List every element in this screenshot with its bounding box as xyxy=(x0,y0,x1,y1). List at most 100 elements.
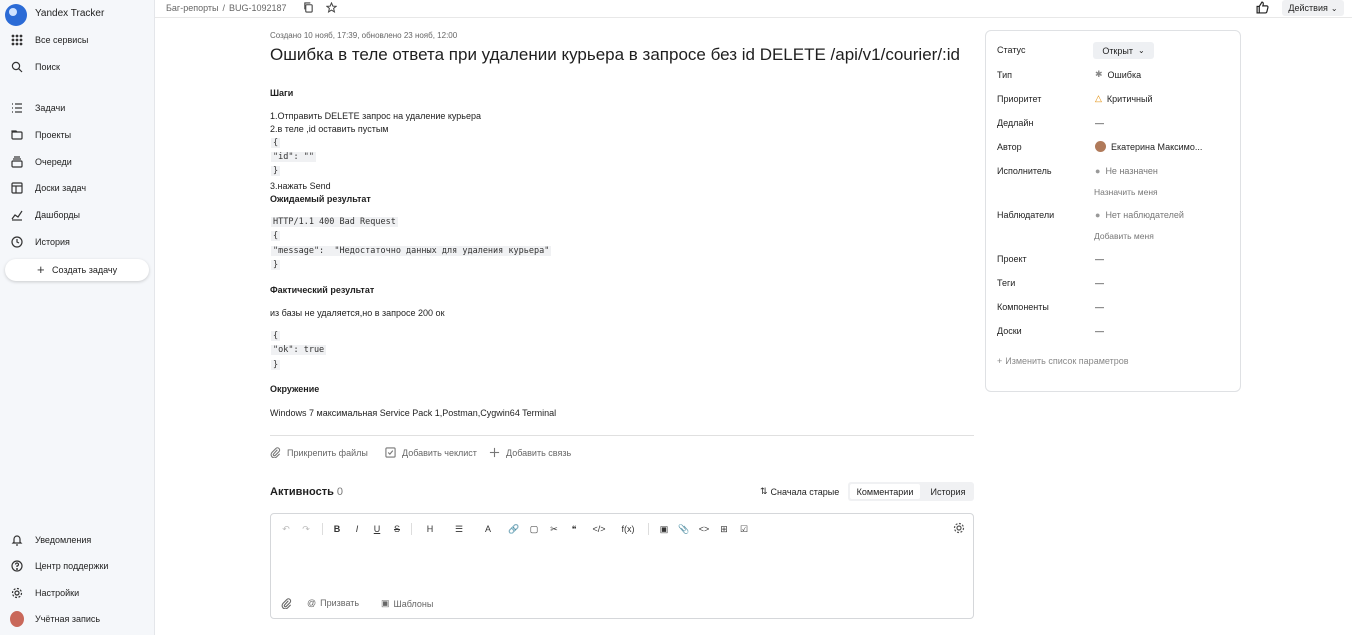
actual-text: из базы не удаляется,но в запросе 200 ок xyxy=(270,308,445,318)
type-value[interactable]: ✱ Ошибка xyxy=(1095,69,1141,80)
paperclip-icon[interactable] xyxy=(281,598,292,609)
code-block-button[interactable]: <> xyxy=(698,522,710,536)
sidebar: Yandex Tracker Все сервисы Поиск Задачи … xyxy=(0,0,155,635)
sidebar-item-dashboards[interactable]: Дашборды xyxy=(0,205,155,225)
assignee-value[interactable]: ● Не назначен xyxy=(1095,166,1158,176)
text-color-button[interactable]: A xyxy=(479,522,497,536)
yandex-tracker-logo[interactable] xyxy=(5,4,27,26)
boards-icon xyxy=(10,181,24,195)
copy-icon[interactable] xyxy=(303,2,314,13)
templates-button[interactable]: ▣ Шаблоны xyxy=(381,598,433,609)
sidebar-item-settings[interactable]: Настройки xyxy=(0,583,155,603)
sidebar-item-label: Учётная запись xyxy=(35,614,101,624)
add-link-button[interactable]: Добавить связь xyxy=(489,447,571,458)
boards-value[interactable]: — xyxy=(1095,326,1104,336)
breadcrumb-queue[interactable]: Баг-репорты xyxy=(166,3,218,13)
followers-value[interactable]: ● Нет наблюдателей xyxy=(1095,210,1184,220)
sort-order-button[interactable]: ⇅ Сначала старые xyxy=(760,486,839,497)
strikethrough-button[interactable]: S xyxy=(392,522,402,536)
issue-meta: Создано 10 нояб, 17:39, обновлено 23 ноя… xyxy=(270,31,458,40)
components-value[interactable]: — xyxy=(1095,302,1104,312)
sidebar-item-queues[interactable]: Очереди xyxy=(0,152,155,172)
sidebar-item-label: Доски задач xyxy=(35,183,87,193)
author-value[interactable]: Екатерина Максимо... xyxy=(1095,141,1202,152)
gear-icon[interactable] xyxy=(953,522,965,534)
code-menu-button[interactable]: </> xyxy=(588,522,610,536)
issue-title[interactable]: Ошибка в теле ответа при удалении курьер… xyxy=(270,45,960,65)
help-icon xyxy=(10,559,24,573)
at-icon: @ xyxy=(307,598,317,608)
bold-button[interactable]: B xyxy=(332,522,342,536)
underline-button[interactable]: U xyxy=(372,522,382,536)
formula-menu-button[interactable]: f(x) xyxy=(617,522,639,536)
thumbs-up-icon[interactable] xyxy=(1256,1,1269,14)
change-params-button[interactable]: + Изменить список параметров xyxy=(997,356,1129,366)
redo-button[interactable]: ↷ xyxy=(301,522,311,536)
note-button[interactable]: ▢ xyxy=(528,522,540,536)
assignee-label: Исполнитель xyxy=(997,166,1052,176)
tags-value[interactable]: — xyxy=(1095,278,1104,288)
followers-label: Наблюдатели xyxy=(997,210,1055,220)
assign-me-link[interactable]: Назначить меня xyxy=(1094,187,1158,197)
step-3: 3.нажать Send xyxy=(270,181,331,191)
create-task-button[interactable]: + Создать задачу xyxy=(5,259,149,281)
type-label: Тип xyxy=(997,70,1013,80)
actions-button[interactable]: Действия ⌄ xyxy=(1282,0,1344,16)
topbar: Баг-репорты / BUG-1092187 Действия ⌄ xyxy=(155,0,1352,18)
comment-editor[interactable]: ↶ ↷ B I U S H ☰ A 🔗 ▢ ✂ ❝ </> f(x) ▣ 📎 <… xyxy=(270,513,974,619)
cut-button[interactable]: ✂ xyxy=(548,522,560,536)
summon-button[interactable]: @ Призвать xyxy=(307,598,359,608)
attach-button[interactable]: 📎 xyxy=(678,522,690,536)
templates-label: Шаблоны xyxy=(393,598,434,609)
sort-label: Сначала старые xyxy=(770,486,840,497)
breadcrumb-issue[interactable]: BUG-1092187 xyxy=(229,3,287,13)
list-menu-button[interactable]: ☰ xyxy=(449,522,469,536)
sidebar-item-support[interactable]: Центр поддержки xyxy=(0,556,155,576)
sidebar-item-history[interactable]: История xyxy=(0,232,155,252)
tab-comments[interactable]: Комментарии xyxy=(850,484,920,499)
sidebar-item-label: Центр поддержки xyxy=(35,561,109,571)
tasks-icon xyxy=(10,101,24,115)
status-dropdown[interactable]: Открыт ⌄ xyxy=(1093,42,1154,59)
attach-files-button[interactable]: Прикрепить файлы xyxy=(270,447,368,458)
undo-button[interactable]: ↶ xyxy=(281,522,291,536)
image-button[interactable]: ▣ xyxy=(658,522,670,536)
sidebar-item-projects[interactable]: Проекты xyxy=(0,125,155,145)
search-icon xyxy=(10,60,24,74)
gear-icon xyxy=(10,586,24,600)
add-link-label: Добавить связь xyxy=(506,447,572,458)
sidebar-item-notifications[interactable]: Уведомления xyxy=(0,530,155,550)
sidebar-item-tasks[interactable]: Задачи xyxy=(0,98,155,118)
star-icon[interactable] xyxy=(326,2,337,13)
activity-tabs: Комментарии История xyxy=(848,482,974,501)
sidebar-item-all-services[interactable]: Все сервисы xyxy=(0,30,155,50)
toolbar-separator xyxy=(648,523,649,535)
sidebar-item-label: Очереди xyxy=(35,157,72,167)
status-label: Статус xyxy=(997,45,1026,55)
add-checklist-button[interactable]: Добавить чеклист xyxy=(385,447,477,458)
sidebar-item-boards[interactable]: Доски задач xyxy=(0,178,155,198)
app-title[interactable]: Yandex Tracker xyxy=(35,8,104,19)
tab-history[interactable]: История xyxy=(924,484,972,499)
quote-button[interactable]: ❝ xyxy=(568,522,580,536)
link-button[interactable]: 🔗 xyxy=(508,522,520,536)
sidebar-item-label: Поиск xyxy=(35,62,60,72)
priority-value[interactable]: △ Критичный xyxy=(1095,93,1153,104)
bell-icon xyxy=(10,533,24,547)
project-value[interactable]: — xyxy=(1095,254,1104,264)
history-icon xyxy=(10,235,24,249)
projects-icon xyxy=(10,128,24,142)
sidebar-item-account[interactable]: Учётная запись xyxy=(0,609,155,629)
breadcrumb-separator: / xyxy=(222,3,225,13)
sidebar-item-search[interactable]: Поиск xyxy=(0,57,155,77)
deadline-value[interactable]: — xyxy=(1095,118,1104,128)
actions-label: Действия xyxy=(1288,3,1328,13)
plus-icon: + xyxy=(997,356,1003,366)
heading-menu-button[interactable]: H xyxy=(421,522,439,536)
checkbox-button[interactable]: ☑ xyxy=(738,522,750,536)
table-button[interactable]: ⊞ xyxy=(718,522,730,536)
add-me-link[interactable]: Добавить меня xyxy=(1094,231,1154,241)
italic-button[interactable]: I xyxy=(352,522,362,536)
environment-text: Windows 7 максимальная Service Pack 1,Po… xyxy=(270,408,557,418)
steps-heading: Шаги xyxy=(270,88,294,98)
